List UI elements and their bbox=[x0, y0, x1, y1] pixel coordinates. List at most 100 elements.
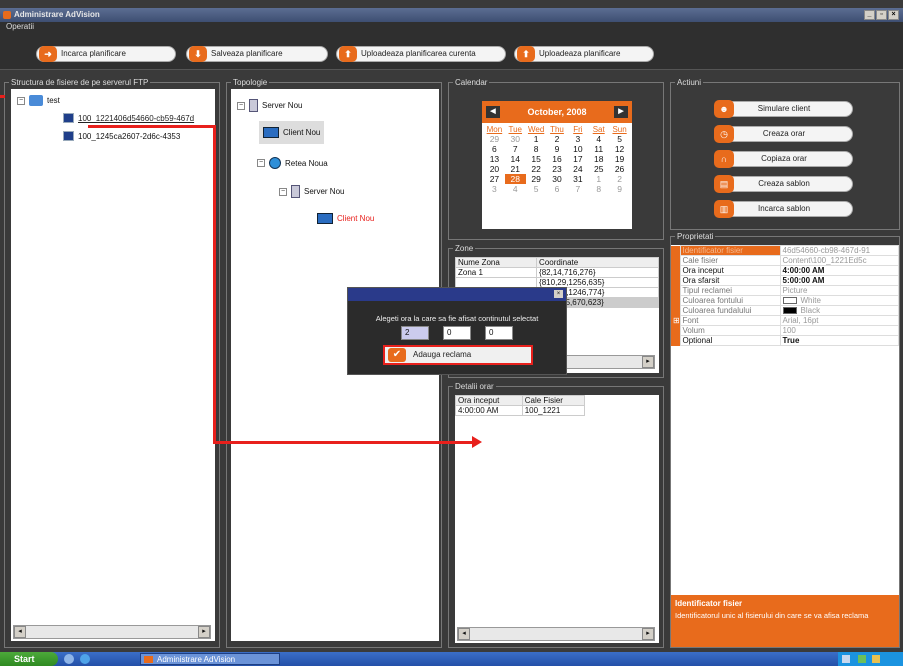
minimize-button[interactable]: _ bbox=[864, 10, 875, 20]
hour-input[interactable]: 2 bbox=[401, 326, 429, 340]
property-value[interactable]: 100 bbox=[779, 325, 899, 336]
minute-input[interactable]: 0 bbox=[443, 326, 471, 340]
incarca-sablon-button[interactable]: ▥ Incarca sablon bbox=[714, 200, 853, 218]
collapse-icon[interactable]: − bbox=[17, 96, 25, 105]
creaza-sablon-button[interactable]: ▤ Creaza sablon bbox=[714, 175, 853, 193]
property-value[interactable]: 46d54660-cb98-467d-91 bbox=[779, 245, 899, 256]
calendar-day[interactable]: 17 bbox=[567, 154, 588, 164]
column-header[interactable]: Coordinate bbox=[536, 257, 659, 268]
property-value[interactable]: 5:00:00 AM bbox=[779, 275, 899, 286]
topology-node-server[interactable]: − Server Nou bbox=[237, 99, 302, 112]
calendar-day[interactable]: 26 bbox=[609, 164, 630, 174]
collapse-icon[interactable]: − bbox=[279, 187, 287, 196]
property-row[interactable]: Optional True bbox=[671, 335, 899, 346]
uploadeaza-planificare-button[interactable]: ⬆ Uploadeaza planificare bbox=[514, 46, 654, 62]
close-button[interactable]: × bbox=[888, 10, 899, 20]
taskbar-item[interactable]: Administrare AdVision bbox=[140, 653, 280, 665]
topology-node-server[interactable]: − Server Nou bbox=[279, 185, 344, 198]
property-value[interactable]: True bbox=[779, 335, 899, 346]
property-row[interactable]: Culoarea fontului White bbox=[671, 295, 899, 306]
tray-icon[interactable] bbox=[842, 655, 850, 663]
copiaza-orar-button[interactable]: ∩ Copiaza orar bbox=[714, 150, 853, 168]
calendar-day[interactable]: 11 bbox=[588, 144, 609, 154]
scroll-right-icon[interactable]: ▸ bbox=[198, 626, 210, 638]
prev-month-icon[interactable]: ◀ bbox=[486, 106, 500, 118]
tree-node-root[interactable]: − test bbox=[17, 95, 60, 106]
calendar-day[interactable]: 16 bbox=[547, 154, 568, 164]
simulare-client-button[interactable]: ☻ Simulare client bbox=[714, 100, 853, 118]
calendar-day[interactable]: 18 bbox=[588, 154, 609, 164]
property-row[interactable]: Cale fisier Content\100_1221Ed5c bbox=[671, 255, 899, 266]
calendar-day[interactable]: 15 bbox=[526, 154, 547, 164]
calendar-day[interactable]: 25 bbox=[588, 164, 609, 174]
incarca-planificare-button[interactable]: ➜ Incarca planificare bbox=[36, 46, 176, 62]
topology-node-network[interactable]: − Retea Noua bbox=[257, 157, 328, 169]
property-value[interactable]: Picture bbox=[779, 285, 899, 296]
calendar-day[interactable]: 10 bbox=[567, 144, 588, 154]
calendar-day[interactable]: 20 bbox=[484, 164, 505, 174]
uploadeaza-planificarea-curenta-button[interactable]: ⬆ Uploadeaza planificarea curenta bbox=[336, 46, 506, 62]
quicklaunch-icon[interactable] bbox=[80, 654, 90, 664]
calendar-day[interactable]: 9 bbox=[609, 184, 630, 194]
calendar-day[interactable]: 3 bbox=[567, 134, 588, 144]
calendar-day[interactable]: 8 bbox=[588, 184, 609, 194]
scroll-right-icon[interactable]: ▸ bbox=[642, 628, 654, 640]
calendar-day[interactable]: 14 bbox=[505, 154, 526, 164]
calendar-day[interactable]: 9 bbox=[547, 144, 568, 154]
calendar[interactable]: ◀ October, 2008 ▶ Mon Tue Wed Thu Fri Sat Sun 2… bbox=[482, 101, 632, 229]
calendar-day[interactable]: 31 bbox=[567, 174, 588, 184]
calendar-day[interactable]: 21 bbox=[505, 164, 526, 174]
property-value[interactable]: White bbox=[779, 295, 899, 306]
creaza-orar-button[interactable]: ◷ Creaza orar bbox=[714, 125, 853, 143]
column-header[interactable]: Ora inceput bbox=[455, 395, 523, 406]
detalii-grid[interactable]: Ora inceput Cale Fisier 4:00:00 AM 100_12… bbox=[455, 395, 659, 643]
expand-icon[interactable]: ⊞ bbox=[671, 315, 680, 326]
property-row[interactable]: Ora inceput 4:00:00 AM bbox=[671, 265, 899, 276]
column-header[interactable]: Cale Fisier bbox=[521, 395, 586, 406]
calendar-day[interactable]: 28 bbox=[504, 174, 526, 184]
calendar-day[interactable]: 6 bbox=[547, 184, 568, 194]
tree-node-file[interactable]: 100_1245ca2607-2d6c-4353 bbox=[63, 131, 180, 141]
scroll-right-icon[interactable]: ▸ bbox=[642, 356, 654, 368]
property-row[interactable]: Ora sfarsit 5:00:00 AM bbox=[671, 275, 899, 286]
tree-node-file[interactable]: 100_1221406d54660-cb59-467d bbox=[63, 113, 194, 123]
collapse-icon[interactable]: − bbox=[257, 159, 265, 167]
property-value[interactable]: Arial, 16pt bbox=[779, 315, 899, 326]
calendar-day[interactable]: 24 bbox=[567, 164, 588, 174]
quicklaunch-icon[interactable] bbox=[64, 654, 74, 664]
collapse-icon[interactable]: − bbox=[237, 101, 245, 110]
topology-node-client[interactable]: Client Nou bbox=[259, 121, 325, 144]
calendar-day[interactable]: 4 bbox=[505, 184, 526, 194]
table-row[interactable]: {810,29,1256,635} bbox=[454, 277, 659, 288]
calendar-day[interactable]: 22 bbox=[526, 164, 547, 174]
calendar-day[interactable]: 30 bbox=[547, 174, 568, 184]
calendar-day[interactable]: 2 bbox=[609, 174, 630, 184]
scroll-left-icon[interactable]: ◂ bbox=[14, 626, 26, 638]
property-row[interactable]: ⊞ Font Arial, 16pt bbox=[671, 315, 899, 326]
calendar-day[interactable]: 27 bbox=[484, 174, 505, 184]
property-row[interactable]: Identificator fisier 46d54660-cb98-467d-9… bbox=[671, 245, 899, 256]
dialog-close-button[interactable]: × bbox=[554, 290, 563, 298]
property-row[interactable]: Volum 100 bbox=[671, 325, 899, 336]
scroll-left-icon[interactable]: ◂ bbox=[458, 628, 470, 640]
property-row[interactable]: Tipul reclamei Picture bbox=[671, 285, 899, 296]
tray-icon[interactable] bbox=[858, 655, 866, 663]
calendar-day[interactable]: 29 bbox=[526, 174, 547, 184]
salveaza-planificare-button[interactable]: ⬇ Salveaza planificare bbox=[186, 46, 328, 62]
calendar-day[interactable]: 13 bbox=[484, 154, 505, 164]
calendar-day[interactable]: 7 bbox=[567, 184, 588, 194]
topology-node-client[interactable]: Client Nou bbox=[317, 213, 374, 224]
calendar-day[interactable]: 1 bbox=[526, 134, 547, 144]
property-value[interactable]: Black bbox=[779, 305, 899, 316]
tray-icon[interactable] bbox=[872, 655, 880, 663]
calendar-day[interactable]: 2 bbox=[547, 134, 568, 144]
calendar-day[interactable]: 23 bbox=[547, 164, 568, 174]
calendar-day[interactable]: 5 bbox=[526, 184, 547, 194]
property-value[interactable]: 4:00:00 AM bbox=[779, 265, 899, 276]
adauga-reclama-button[interactable]: ✔ Adauga reclama bbox=[383, 345, 533, 365]
table-row[interactable]: 4:00:00 AM 100_1221 bbox=[455, 405, 586, 416]
property-row[interactable]: Culoarea fundalului Black bbox=[671, 305, 899, 316]
calendar-day[interactable]: 12 bbox=[609, 144, 630, 154]
property-grid[interactable]: Identificator fisier 46d54660-cb98-467d-9… bbox=[671, 245, 899, 595]
calendar-day[interactable]: 5 bbox=[609, 134, 630, 144]
